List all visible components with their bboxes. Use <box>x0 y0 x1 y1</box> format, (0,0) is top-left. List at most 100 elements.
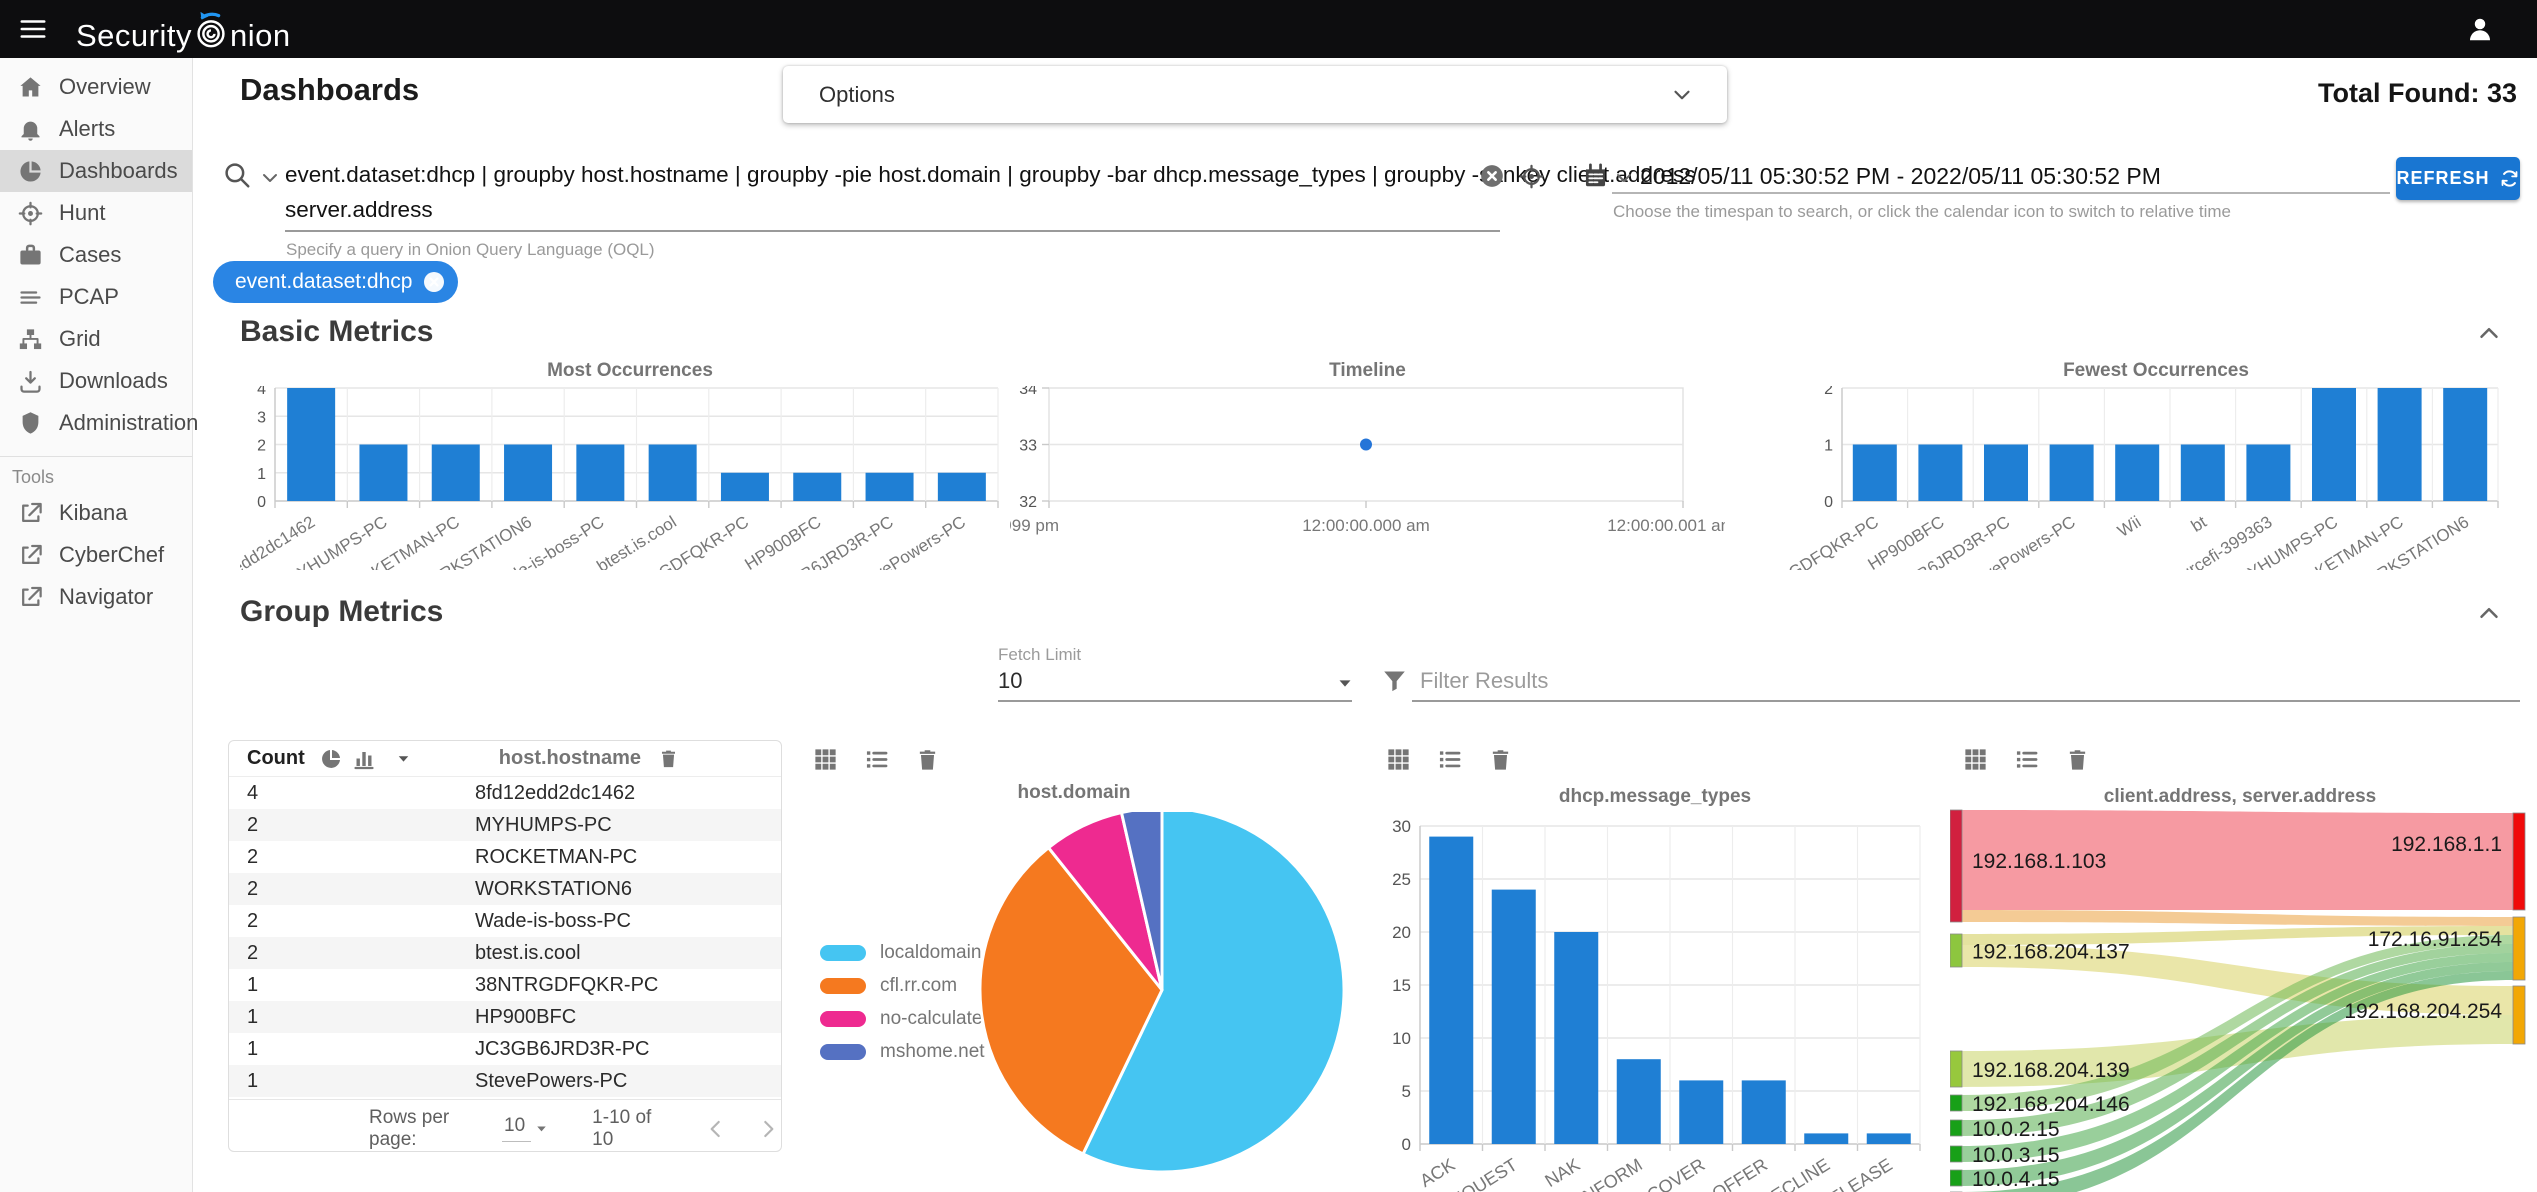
bar[interactable] <box>504 444 553 502</box>
count-column-header[interactable]: Count <box>247 747 305 770</box>
bar[interactable] <box>1741 1080 1786 1144</box>
table-row[interactable]: 1 38NTRGDFQKR-PC <box>229 969 781 1001</box>
filter-chip[interactable]: event.dataset:dhcp <box>213 261 459 303</box>
sidebar-item-dashboards[interactable]: Dashboards <box>0 150 192 192</box>
bar[interactable] <box>1804 1133 1849 1144</box>
timespan-input[interactable]: 2012/05/11 05:30:52 PM - 2022/05/11 05:3… <box>1640 163 2161 190</box>
table-row[interactable]: 2 Wade-is-boss-PC <box>229 905 781 937</box>
bar[interactable] <box>2246 444 2291 502</box>
sankey-node-192.168.204.254[interactable] <box>2512 985 2526 1045</box>
remove-column-icon[interactable] <box>657 747 680 770</box>
table-view-icon[interactable] <box>1962 746 1989 773</box>
bar[interactable] <box>1616 1059 1661 1144</box>
sidebar-item-kibana[interactable]: Kibana <box>0 492 192 534</box>
sidebar-item-pcap[interactable]: PCAP <box>0 276 192 318</box>
table-row[interactable]: 2 btest.is.cool <box>229 937 781 969</box>
bar[interactable] <box>431 444 480 502</box>
bar[interactable] <box>1554 932 1599 1144</box>
sankey-node-10.0.2.15[interactable] <box>1950 1119 1963 1137</box>
timespan-chevron-icon[interactable] <box>1612 166 1636 190</box>
bar[interactable] <box>359 444 408 502</box>
bar[interactable] <box>1491 889 1536 1144</box>
bar[interactable] <box>1918 444 1963 502</box>
bar[interactable] <box>1429 836 1474 1144</box>
bar[interactable] <box>937 472 986 501</box>
bar[interactable] <box>2180 444 2225 502</box>
prev-page-icon[interactable] <box>703 1116 729 1142</box>
bar[interactable] <box>287 388 336 501</box>
table-row[interactable]: 1 JC3GB6JRD3R-PC <box>229 1033 781 1065</box>
query-actions-icon[interactable] <box>1518 163 1545 190</box>
sort-desc-icon[interactable] <box>394 749 413 768</box>
table-row[interactable]: 1 StevePowers-PC <box>229 1065 781 1097</box>
data-point[interactable] <box>1360 438 1372 451</box>
table-row[interactable]: 4 8fd12edd2dc1462 <box>229 777 781 809</box>
sankey-node-192.168.1.1[interactable] <box>2512 812 2526 911</box>
sankey-node-192.168.204.139[interactable] <box>1950 1050 1963 1088</box>
bar[interactable] <box>1679 1080 1724 1144</box>
refresh-button[interactable]: REFRESH <box>2396 157 2520 200</box>
sankey-node-192.168.1.103[interactable] <box>1950 809 1963 923</box>
query-chevron-down-icon[interactable] <box>258 166 282 190</box>
bar[interactable] <box>720 472 769 501</box>
sidebar-item-alerts[interactable]: Alerts <box>0 108 192 150</box>
menu-icon[interactable] <box>18 14 48 44</box>
sidebar-item-navigator[interactable]: Navigator <box>0 576 192 618</box>
bar[interactable] <box>648 444 697 502</box>
user-account-icon[interactable] <box>2465 14 2495 44</box>
group-collapse-icon[interactable] <box>2474 598 2504 628</box>
calendar-icon[interactable] <box>1582 162 1609 189</box>
filter-results-input[interactable]: Filter Results <box>1420 668 1548 694</box>
sidebar-item-hunt[interactable]: Hunt <box>0 192 192 234</box>
sidebar-item-overview[interactable]: Overview <box>0 66 192 108</box>
table-row[interactable]: 2 MYHUMPS-PC <box>229 809 781 841</box>
query-input-line2[interactable]: server.address <box>285 197 433 223</box>
list-view-icon[interactable] <box>2013 746 2040 773</box>
sankey-node-192.168.204.146[interactable] <box>1950 1094 1963 1112</box>
clear-query-icon[interactable] <box>1479 163 1505 189</box>
sankey-node-172.16.91.254[interactable] <box>2512 916 2526 981</box>
sidebar-item-cyberchef[interactable]: CyberChef <box>0 534 192 576</box>
app-logo[interactable]: Security nion <box>76 4 291 54</box>
sidebar-item-administration[interactable]: Administration <box>0 402 198 444</box>
delete-chart-icon[interactable] <box>1487 746 1514 773</box>
sankey-link[interactable] <box>1962 910 2513 926</box>
list-view-icon[interactable] <box>1436 746 1463 773</box>
sankey-node-10.0.4.15[interactable] <box>1950 1169 1963 1187</box>
bar[interactable] <box>576 444 625 502</box>
bar[interactable] <box>793 472 842 501</box>
rows-per-page-select[interactable]: 10 <box>502 1115 532 1142</box>
bar[interactable] <box>2377 388 2422 501</box>
bar[interactable] <box>1984 444 2028 502</box>
fetch-limit-select[interactable]: 10 <box>998 668 1022 694</box>
bar[interactable] <box>2049 444 2094 502</box>
table-row[interactable]: 2 ROCKETMAN-PC <box>229 841 781 873</box>
sidebar-item-downloads[interactable]: Downloads <box>0 360 192 402</box>
bar[interactable] <box>1866 1133 1911 1144</box>
sidebar-item-cases[interactable]: Cases <box>0 234 192 276</box>
list-view-icon[interactable] <box>863 746 890 773</box>
bar[interactable] <box>1852 444 1897 502</box>
bar[interactable] <box>2312 388 2356 501</box>
next-page-icon[interactable] <box>755 1116 781 1142</box>
basic-collapse-icon[interactable] <box>2474 318 2504 348</box>
bar[interactable] <box>2443 388 2488 501</box>
delete-chart-icon[interactable] <box>2064 746 2091 773</box>
fetch-limit-arrow-icon[interactable] <box>1334 672 1356 694</box>
delete-chart-icon[interactable] <box>914 746 941 773</box>
bar[interactable] <box>865 472 914 501</box>
table-view-icon[interactable] <box>1385 746 1412 773</box>
sidebar-item-grid[interactable]: Grid <box>0 318 192 360</box>
table-view-icon[interactable] <box>812 746 839 773</box>
hostname-column-header[interactable]: host.hostname <box>499 747 641 770</box>
table-row[interactable]: 2 WORKSTATION6 <box>229 873 781 905</box>
bar-chart-toggle-icon[interactable] <box>352 747 376 771</box>
pie-chart-toggle-icon[interactable] <box>319 747 343 771</box>
chip-close-icon[interactable] <box>422 270 446 294</box>
table-row[interactable]: 1 HP900BFC <box>229 1001 781 1033</box>
sankey-node-10.0.3.15[interactable] <box>1950 1145 1963 1163</box>
rows-per-page-arrow-icon[interactable] <box>533 1120 550 1137</box>
bar[interactable] <box>2115 444 2160 502</box>
options-dropdown[interactable]: Options <box>783 66 1727 123</box>
sankey-node-192.168.204.137[interactable] <box>1950 933 1963 968</box>
